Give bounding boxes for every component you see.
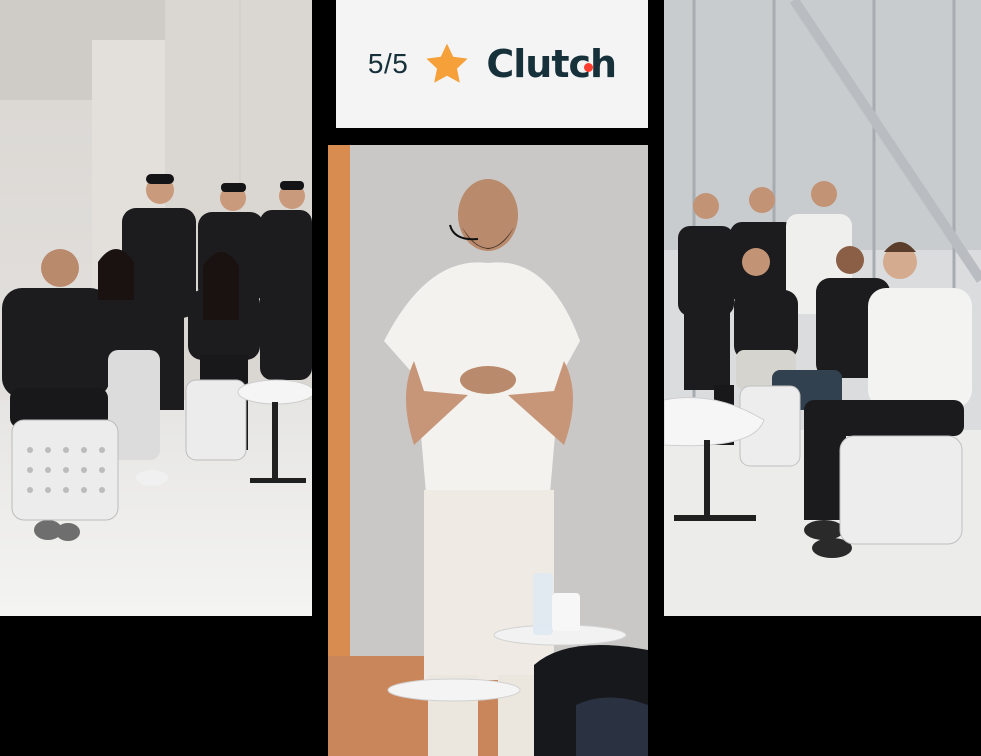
- clutch-rating-card: 5/5 Clutch: [336, 0, 648, 128]
- team-photo-right: [664, 0, 981, 616]
- speaker-photo: [328, 145, 648, 756]
- team-photo-left: [0, 0, 312, 616]
- rating-score: 5/5: [367, 48, 409, 79]
- clutch-logo: Clutch: [486, 42, 617, 86]
- star-icon: [426, 43, 468, 83]
